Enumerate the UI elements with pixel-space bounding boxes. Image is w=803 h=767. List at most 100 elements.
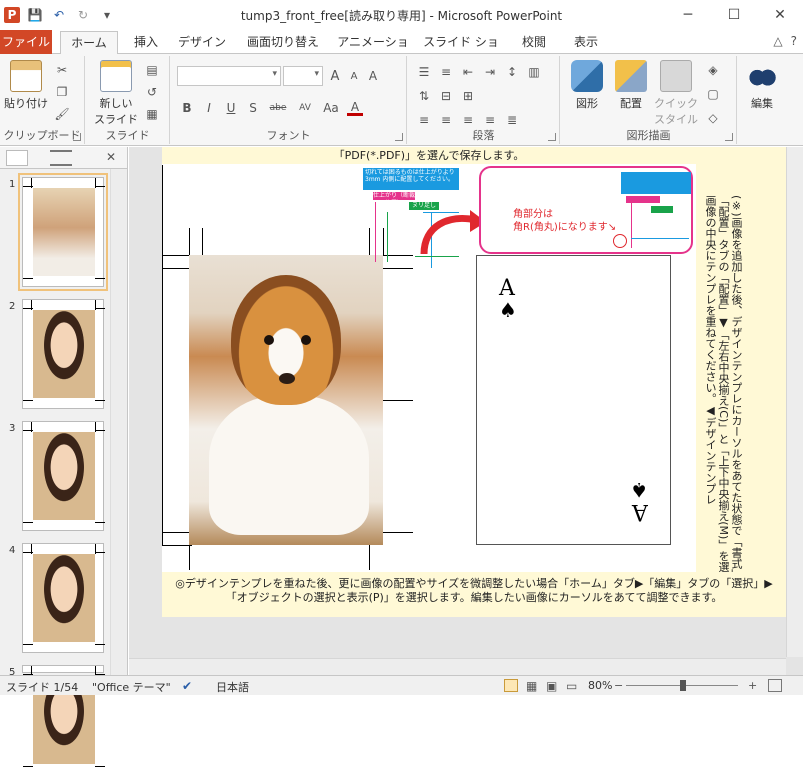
reading-view-icon[interactable]: ▣ — [546, 679, 557, 693]
tab-file[interactable]: ファイル — [0, 30, 52, 54]
group-label-drawing: 図形描画 — [626, 129, 671, 142]
tab-slideshow[interactable]: スライド ショー — [422, 31, 500, 71]
format-painter-icon[interactable]: 🖌 — [54, 106, 70, 122]
shrink-font-icon[interactable]: A — [346, 68, 362, 84]
zoom-level[interactable]: 80% — [588, 679, 612, 692]
tab-review[interactable]: 校閲 — [512, 31, 556, 54]
slide-thumbnail[interactable] — [22, 299, 105, 409]
align-left-icon[interactable]: ≡ — [416, 112, 432, 128]
group-font: A A A B I U S abe AV Aa A フォント — [171, 56, 407, 144]
shape-outline-icon[interactable]: ▢ — [705, 86, 721, 102]
bullets-icon[interactable]: ☰ — [416, 64, 432, 80]
slide-thumbnail[interactable] — [22, 421, 105, 531]
maximize-button[interactable]: ☐ — [711, 0, 757, 30]
cut-icon[interactable]: ✂ — [54, 62, 70, 78]
slide-sorter-icon[interactable]: ▦ — [526, 679, 537, 693]
section-icon[interactable]: ▦ — [144, 106, 160, 122]
shadow-icon[interactable]: S — [245, 100, 261, 116]
underline-icon[interactable]: U — [223, 100, 239, 116]
align-center-icon[interactable]: ≡ — [438, 112, 454, 128]
outline-tab-icon[interactable] — [50, 150, 72, 166]
arrange-icon — [615, 60, 647, 92]
font-name-dropdown[interactable] — [177, 66, 281, 86]
increase-indent-icon[interactable]: ⇥ — [482, 64, 498, 80]
tab-home[interactable]: ホーム — [60, 31, 118, 55]
font-color-icon[interactable]: A — [347, 100, 363, 116]
zoom-in-icon[interactable]: + — [748, 679, 757, 692]
crop-mark — [189, 545, 190, 570]
reset-icon[interactable]: ↺ — [144, 84, 160, 100]
char-spacing-icon[interactable]: AV — [295, 100, 315, 116]
instruction-top: 「PDF(*.PDF)」を選んで保存します。 — [162, 147, 696, 164]
align-right-icon[interactable]: ≡ — [460, 112, 476, 128]
fit-to-window-icon[interactable] — [768, 679, 782, 692]
proofing-icon[interactable]: ✔ — [182, 679, 192, 693]
italic-icon[interactable]: I — [201, 100, 217, 116]
slides-tab-icon[interactable] — [6, 150, 28, 166]
paragraph-launcher-icon[interactable] — [548, 133, 556, 141]
tab-transitions[interactable]: 画面切り替え — [242, 31, 324, 54]
language[interactable]: 日本語 — [216, 679, 249, 695]
vertical-scrollbar[interactable] — [786, 147, 803, 657]
ribbon-minimize-icon[interactable]: △ — [773, 34, 782, 48]
tab-view[interactable]: 表示 — [566, 31, 606, 54]
tab-insert[interactable]: 挿入 — [126, 31, 166, 54]
font-launcher-icon[interactable] — [395, 133, 403, 141]
text-direction-icon[interactable]: ⇅ — [416, 88, 432, 104]
dog-photo[interactable] — [189, 255, 383, 545]
shapes-button[interactable]: 図形 — [567, 60, 607, 111]
clear-format-icon[interactable]: A — [365, 68, 381, 84]
thumbnail-photo — [33, 432, 95, 520]
line-spacing-icon[interactable]: ↕ — [504, 64, 520, 80]
justify-icon[interactable]: ≡ — [482, 112, 498, 128]
instruction-bottom: ◎デザインテンプレを重ねた後、更に画像の配置やサイズを微調整したい場合「ホーム」… — [162, 572, 786, 617]
columns-icon[interactable]: ▥ — [526, 64, 542, 80]
theme-name[interactable]: "Office テーマ" — [92, 679, 171, 695]
numbering-icon[interactable]: ≡ — [438, 64, 454, 80]
playing-card-template[interactable]: A ♠ ♠ A — [476, 255, 671, 545]
help-icon[interactable]: ? — [791, 34, 797, 48]
copy-icon[interactable]: ❐ — [54, 84, 70, 100]
close-button[interactable]: ✕ — [757, 0, 803, 30]
mini-guide-line — [375, 202, 376, 262]
thumbnail-scrollbar[interactable] — [110, 169, 127, 675]
tab-design[interactable]: デザイン — [174, 31, 230, 54]
minimize-button[interactable]: ─ — [665, 0, 711, 30]
horizontal-scrollbar[interactable] — [129, 658, 786, 675]
tab-animations[interactable]: アニメーション — [334, 31, 412, 71]
close-pane-icon[interactable]: ✕ — [106, 150, 120, 166]
slide-thumbnail[interactable] — [22, 665, 105, 767]
arrange-button[interactable]: 配置 — [611, 60, 651, 111]
shape-fill-icon[interactable]: ◈ — [705, 62, 721, 78]
normal-view-icon[interactable] — [504, 679, 518, 692]
title-bar: P 💾 ↶ ↻ ▾ tump3_front_free[読み取り専用] - Mic… — [0, 0, 803, 30]
align-text-icon[interactable]: ⊟ — [438, 88, 454, 104]
card-rank-bottom: A — [632, 499, 648, 524]
thumbnail-crop-mark — [95, 278, 105, 279]
paste-label: 貼り付け — [4, 97, 48, 110]
slide-thumbnail[interactable] — [18, 173, 108, 291]
slide-thumbnail[interactable] — [22, 543, 105, 653]
strikethrough-icon[interactable]: abe — [267, 100, 289, 116]
layout-icon[interactable]: ▤ — [144, 62, 160, 78]
thumbnail-crop-mark — [95, 186, 105, 187]
font-size-dropdown[interactable] — [283, 66, 323, 86]
drawing-launcher-icon[interactable] — [725, 133, 733, 141]
change-case-icon[interactable]: Aa — [321, 100, 341, 116]
zoom-out-icon[interactable]: − — [614, 679, 623, 692]
new-slide-button[interactable]: 新しい スライド — [92, 60, 140, 127]
new-slide-icon — [100, 60, 132, 92]
quick-styles-button[interactable]: クイック スタイル — [653, 60, 699, 127]
smartart-icon[interactable]: ⊞ — [460, 88, 476, 104]
editing-button[interactable]: 編集 — [742, 60, 782, 111]
decrease-indent-icon[interactable]: ⇤ — [460, 64, 476, 80]
slideshow-view-icon[interactable]: ▭ — [566, 679, 577, 693]
shape-effects-icon[interactable]: ◇ — [705, 110, 721, 126]
corner-radius-callout: 角部分は 角R(角丸)になります↘ — [479, 166, 693, 254]
paste-button[interactable]: 貼り付け — [4, 60, 48, 111]
clipboard-launcher-icon[interactable] — [73, 133, 81, 141]
zoom-slider-thumb[interactable] — [680, 680, 686, 691]
bold-icon[interactable]: B — [179, 100, 195, 116]
distribute-icon[interactable]: ≣ — [504, 112, 520, 128]
grow-font-icon[interactable]: A — [327, 68, 343, 84]
